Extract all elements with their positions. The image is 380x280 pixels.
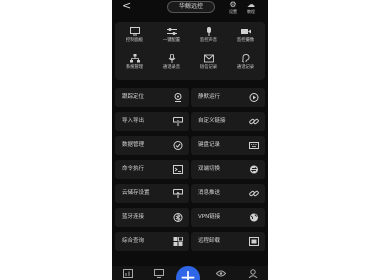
settings-label: 设置 [229,9,237,14]
location-icon [174,93,182,102]
monitor-icon [129,27,140,36]
feature-command-exec[interactable]: 命令执行 [115,160,189,179]
import-export-icon [173,117,183,126]
terminal-icon [173,165,183,174]
feature-silent-run[interactable]: 静默运行 [191,88,265,107]
play-icon [249,93,259,102]
feature-data-management[interactable]: 数据管理 [115,136,189,155]
quick-system-management[interactable]: 系统管理 [116,52,153,78]
link-icon [249,190,259,197]
feature-custom-link[interactable]: 自定义链接 [191,112,265,131]
quick-call-recording[interactable]: 通话录音 [153,52,190,78]
cloud-upload-icon [173,189,183,198]
settings-button[interactable]: ⚙ 设置 [226,0,240,14]
user-icon[interactable] [248,269,258,278]
quick-monitor-sound[interactable]: 监控声音 [190,25,227,51]
feature-keyboard-log[interactable]: 键盘记录 [191,136,265,155]
mail-icon [203,54,214,63]
link-icon [249,118,259,125]
cloud-icon: ☁ [247,0,255,9]
quick-monitor-camera[interactable]: 监控摄像 [227,25,264,51]
quick-actions-grid: 控制面板 一键配置 监控声音 监控摄像 系统管理 通话录音 短信记录 通话记录 [115,22,265,80]
mic-record-icon [168,54,175,63]
back-button[interactable]: < [122,0,131,12]
app-screen: < 华鲸远控 ⚙ 设置 ☁ 教程 控制面板 一键配置 监控声音 监控摄像 系统管… [112,0,268,280]
tutorial-label: 教程 [247,9,255,14]
feature-tracking-location[interactable]: 跟踪定位 [115,88,189,107]
feature-remote-uninstall[interactable]: 远程卸载 [191,232,265,251]
bluetooth-icon [173,213,183,222]
tutorial-button[interactable]: ☁ 教程 [244,0,258,14]
quick-control-panel[interactable]: 控制面板 [116,25,153,51]
keyboard-icon [249,142,259,149]
gear-icon: ⚙ [229,0,237,9]
feature-comprehensive-query[interactable]: 综合查询 [115,232,189,251]
camera-icon [240,29,251,34]
check-circle-icon [173,141,183,150]
ear-icon [241,54,249,63]
quick-call-records[interactable]: 通话记录 [227,52,264,78]
app-title: 华鲸远控 [167,1,215,13]
monitor-icon[interactable] [154,269,164,278]
feature-message-push[interactable]: 消息推送 [191,184,265,203]
switch-icon [250,165,258,174]
eye-icon[interactable] [216,269,226,278]
globe-icon [250,213,258,222]
apps-icon [173,237,183,246]
org-chart-icon [129,54,140,63]
feature-cloud-storage[interactable]: 云储存设置 [115,184,189,203]
quick-sms-records[interactable]: 短信记录 [190,52,227,78]
feature-import-export[interactable]: 导入导出 [115,112,189,131]
uninstall-icon [249,237,259,246]
top-bar: < 华鲸远控 ⚙ 设置 ☁ 教程 [112,0,268,17]
feature-bluetooth[interactable]: 蓝牙连接 [115,208,189,227]
sliders-icon [166,28,177,35]
microphone-icon [206,27,211,36]
quick-one-click-config[interactable]: 一键配置 [153,25,190,51]
chart-icon[interactable] [123,269,133,278]
feature-dual-switch[interactable]: 双端切换 [191,160,265,179]
feature-vpn-link[interactable]: VPN链接 [191,208,265,227]
